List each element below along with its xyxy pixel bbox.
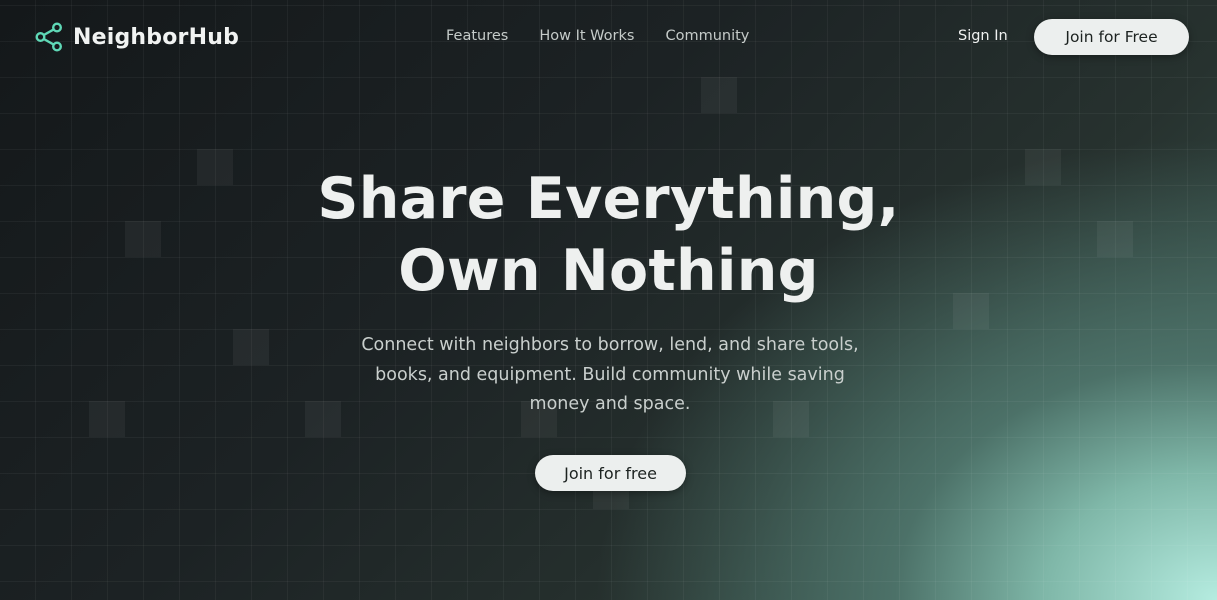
hero-title-line-2: Own Nothing (398, 238, 819, 304)
brand-logo[interactable]: NeighborHub (35, 22, 239, 52)
share-network-icon (35, 22, 63, 52)
hero-subtitle: Connect with neighbors to borrow, lend, … (361, 335, 859, 414)
hero-title-line-1: Share Everything, (317, 166, 900, 232)
hero-join-button[interactable]: Join for free (535, 455, 686, 491)
background-tile (305, 401, 341, 437)
nav-link-how-it-works[interactable]: How It Works (539, 28, 634, 44)
nav-link-community[interactable]: Community (665, 28, 749, 44)
background-tile (701, 77, 737, 113)
background-tile (233, 329, 269, 365)
join-for-free-button[interactable]: Join for Free (1034, 19, 1189, 55)
background-tile (89, 401, 125, 437)
sign-in-link[interactable]: Sign In (958, 28, 1008, 44)
hero-title: Share Everything, Own Nothing (0, 163, 1217, 307)
nav-link-features[interactable]: Features (446, 28, 508, 44)
brand-name: NeighborHub (73, 24, 240, 50)
main-nav: Features How It Works Community (446, 28, 749, 44)
landing-page: NeighborHub Features How It Works Commun… (0, 0, 1217, 600)
